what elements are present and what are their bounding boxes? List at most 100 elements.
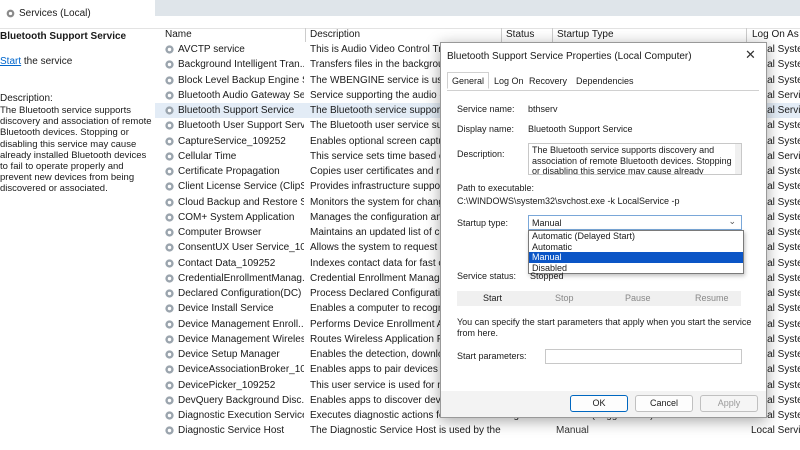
column-header-description[interactable]: Description [310, 29, 360, 40]
column-header-status[interactable]: Status [506, 29, 534, 40]
column-divider[interactable] [552, 28, 553, 42]
start-params-label: Start parameters: [457, 351, 527, 361]
startup-type-label: Startup type: [457, 218, 509, 228]
tab-log-on[interactable]: Log On [494, 76, 524, 86]
service-name-cell: Certificate Propagation [178, 166, 280, 177]
log-on-as-cell: Local Servi [751, 425, 800, 437]
startup-option[interactable]: Automatic (Delayed Start) [529, 231, 743, 242]
cancel-button[interactable]: Cancel [635, 395, 693, 412]
stop-button[interactable]: Stop [555, 293, 574, 303]
service-gear-icon [165, 274, 174, 283]
start-params-hint: You can specify the start parameters tha… [457, 317, 752, 338]
service-gear-icon [165, 319, 174, 329]
service-status-label: Service status: [457, 271, 517, 281]
start-service-link[interactable]: Start [0, 56, 21, 67]
service-name-cell: COM+ System Application [178, 211, 295, 223]
service-name-cell: Computer Browser [178, 227, 262, 238]
startup-type-selected: Manual [532, 218, 562, 228]
top-bar: Services (Local) [0, 0, 800, 29]
service-gear-icon [165, 426, 174, 435]
service-name-cell: Bluetooth User Support Serv... [178, 120, 304, 132]
list-scrollbar[interactable] [790, 42, 800, 412]
tab-recovery[interactable]: Recovery [529, 76, 567, 86]
display-name-label: Display name: [457, 124, 515, 134]
startup-option[interactable]: Automatic [529, 242, 743, 253]
service-gear-icon [165, 121, 174, 130]
service-gear-icon [165, 228, 174, 237]
description-field-label: Description: [457, 149, 505, 159]
startup-type-cell: Manual [556, 425, 589, 437]
start-params-input[interactable] [545, 349, 742, 364]
service-name-cell: Declared Configuration(DC) ... [178, 288, 304, 299]
service-name-cell: Device Install Service [178, 303, 274, 315]
service-name-cell: Cloud Backup and Restore S... [178, 196, 304, 208]
column-header-name[interactable]: Name [165, 29, 192, 40]
startup-type-options: Automatic (Delayed Start) Automatic Manual… [528, 230, 744, 274]
service-name-cell: CredentialEnrollmentManag... [178, 272, 304, 284]
service-name-cell: DeviceAssociationBroker_10... [178, 364, 304, 376]
service-gear-icon [165, 411, 174, 420]
column-header-startup-type[interactable]: Startup Type [557, 29, 614, 40]
service-name-cell: Device Setup Manager [178, 349, 280, 360]
service-name-label: Service name: [457, 104, 515, 114]
path-value: C:\WINDOWS\system32\svchost.exe -k Local… [457, 196, 680, 206]
chevron-down-icon: ⌄ [728, 216, 736, 226]
service-gear-icon [165, 45, 174, 54]
service-gear-icon [165, 350, 174, 359]
tab-dependencies[interactable]: Dependencies [576, 76, 634, 86]
ok-button[interactable]: OK [570, 395, 628, 412]
column-divider[interactable] [746, 28, 747, 42]
service-gear-icon [165, 289, 174, 298]
apply-button[interactable]: Apply [700, 395, 758, 412]
tab-general[interactable]: General [447, 72, 490, 89]
description-label: Description: [0, 93, 53, 104]
service-name-cell: CaptureService_109252 [178, 135, 286, 147]
service-gear-icon [165, 213, 174, 222]
dialog-title: Bluetooth Support Service Properties (Lo… [447, 51, 692, 62]
column-divider[interactable] [501, 28, 502, 42]
service-gear-icon [165, 365, 174, 374]
header-band [155, 0, 800, 16]
service-control-buttons: Start Stop Pause Resume [457, 291, 741, 306]
service-gear-icon [165, 182, 174, 191]
resume-button[interactable]: Resume [695, 293, 729, 303]
gear-icon [6, 9, 15, 18]
service-name-cell: Device Management Wireles... [178, 333, 304, 345]
service-gear-icon [165, 197, 174, 207]
table-row[interactable]: Diagnostic Service Host The Diagnostic Se… [155, 423, 800, 438]
service-status-value: Stopped [530, 271, 564, 281]
service-name-cell: Diagnostic Execution Service [178, 410, 304, 421]
close-icon[interactable]: ✕ [745, 47, 756, 63]
service-name-cell: DevQuery Background Disc... [178, 394, 304, 406]
pause-button[interactable]: Pause [625, 293, 651, 303]
startup-option[interactable]: Manual [529, 252, 743, 263]
service-description-cell: The Diagnostic Service Host is used by t… [310, 425, 501, 437]
start-button[interactable]: Start [483, 293, 502, 303]
service-gear-icon [165, 396, 174, 405]
start-line: Start the service [0, 56, 72, 67]
description-text: The Bluetooth service supports discovery… [532, 145, 732, 175]
service-gear-icon [165, 380, 174, 390]
service-description: The Bluetooth service supports discovery… [0, 105, 152, 195]
service-name-cell: AVCTP service [178, 44, 245, 55]
service-name-cell: Block Level Backup Engine S... [178, 74, 304, 86]
column-header-log-on-as[interactable]: Log On As [752, 29, 799, 40]
service-gear-icon [165, 304, 174, 313]
service-gear-icon [165, 91, 174, 100]
service-name-cell: DevicePicker_109252 [178, 379, 276, 391]
start-suffix: the service [21, 56, 73, 67]
selected-service-name: Bluetooth Support Service [0, 31, 127, 42]
service-name-cell: ConsentUX User Service_109... [178, 242, 304, 254]
extended-panel: Bluetooth Support Service Start the serv… [0, 29, 155, 450]
service-name-cell: Cellular Time [178, 150, 237, 162]
service-gear-icon [165, 106, 174, 115]
display-name-value: Bluetooth Support Service [528, 124, 633, 134]
service-name-cell: Background Intelligent Tran... [178, 59, 304, 71]
dialog-footer: OK Cancel Apply [441, 391, 766, 417]
description-scrollbar[interactable] [735, 144, 741, 174]
window-title: Services (Local) [19, 8, 91, 19]
description-textbox[interactable]: The Bluetooth service supports discovery… [528, 143, 742, 175]
column-divider[interactable] [305, 28, 306, 42]
service-name-cell: Contact Data_109252 [178, 257, 276, 269]
startup-type-dropdown[interactable]: Manual ⌄ [528, 215, 742, 230]
